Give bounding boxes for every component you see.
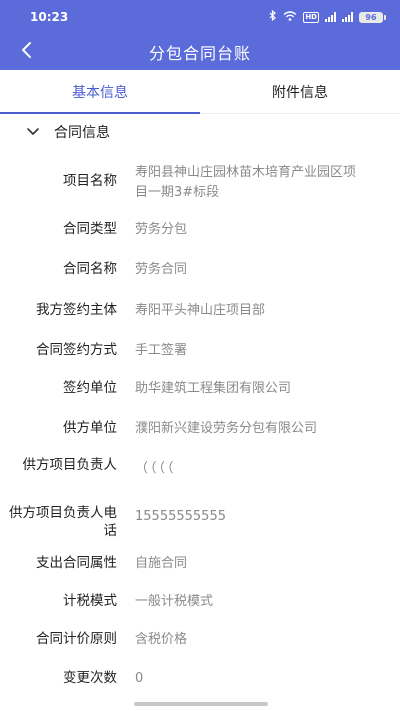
field-value: 手工签署 <box>135 343 188 358</box>
field-row-supplier-manager: 供方项目负责人 （（（（ <box>0 456 400 479</box>
section-title: 合同信息 <box>54 125 110 141</box>
field-value: 寿阳平头神山庄项目部 <box>135 303 266 318</box>
field-row-supplier-phone: 供方项目负责人电话 15555555555 <box>0 504 400 540</box>
battery-tip <box>384 14 386 20</box>
field-label: 签约单位 <box>63 380 117 396</box>
status-bar: 10:23 HD 96 <box>0 0 400 34</box>
field-row-contract-name: 合同名称 劳务合同 <box>0 260 400 280</box>
chevron-down-icon <box>26 125 40 139</box>
chevron-left-icon <box>20 41 32 63</box>
field-value: 劳务合同 <box>135 262 188 277</box>
field-value: 含税价格 <box>135 632 188 647</box>
field-label: 合同签约方式 <box>36 342 117 358</box>
field-value: 濮阳新兴建设劳务分包有限公司 <box>135 421 318 436</box>
field-row-expense-attr: 支出合同属性 自施合同 <box>0 554 400 574</box>
field-row-sign-method: 合同签约方式 手工签署 <box>0 341 400 361</box>
field-label: 变更次数 <box>63 670 117 686</box>
field-row-sign-unit: 签约单位 助华建筑工程集团有限公司 <box>0 379 400 399</box>
field-row-pricing-principle: 合同计价原则 含税价格 <box>0 630 400 650</box>
field-label: 合同计价原则 <box>36 631 117 647</box>
tab-attachment-info[interactable]: 附件信息 <box>200 70 400 113</box>
field-row-our-party: 我方签约主体 寿阳平头神山庄项目部 <box>0 301 400 321</box>
field-label: 支出合同属性 <box>36 555 117 571</box>
field-label: 项目名称 <box>63 173 117 189</box>
field-label: 供方项目负责人 <box>22 457 118 473</box>
field-value: 助华建筑工程集团有限公司 <box>135 381 292 396</box>
section-contract-info[interactable]: 合同信息 <box>0 114 400 150</box>
field-label: 计税模式 <box>63 593 117 609</box>
status-time: 10:23 <box>30 10 69 24</box>
tab-basic-info[interactable]: 基本信息 <box>0 70 200 114</box>
status-icons: HD 96 <box>269 9 386 24</box>
field-label: 合同类型 <box>63 221 117 237</box>
wifi-icon <box>283 10 297 24</box>
bluetooth-icon <box>269 9 277 24</box>
field-value: 一般计税模式 <box>135 594 214 609</box>
field-label: 合同名称 <box>63 261 117 277</box>
field-value: 0 <box>135 671 144 686</box>
signal-icon-2 <box>342 12 353 22</box>
field-value: 自施合同 <box>135 556 188 571</box>
field-row-project-name: 项目名称 寿阳县神山庄园林苗木培育产业园区项目一期3#标段 <box>0 163 400 203</box>
field-value: （（（（ <box>135 461 176 476</box>
field-value: 寿阳县神山庄园林苗木培育产业园区项目一期3#标段 <box>135 165 357 200</box>
field-row-change-count: 变更次数 0 <box>0 669 400 689</box>
field-label: 供方单位 <box>63 420 117 436</box>
field-label: 我方签约主体 <box>36 302 117 318</box>
field-label: 供方项目负责人电话 <box>9 505 117 539</box>
back-button[interactable] <box>14 40 38 64</box>
field-value: 劳务分包 <box>135 222 188 237</box>
app-bar: 分包合同台账 <box>0 34 400 70</box>
field-value: 15555555555 <box>135 509 226 524</box>
tab-bar: 基本信息 附件信息 <box>0 70 400 114</box>
page-title: 分包合同台账 <box>148 44 251 63</box>
home-indicator[interactable] <box>134 702 268 706</box>
hd-badge: HD <box>303 11 319 23</box>
field-row-tax-mode: 计税模式 一般计税模式 <box>0 592 400 612</box>
battery-icon: 96 <box>359 11 383 23</box>
field-row-supplier: 供方单位 濮阳新兴建设劳务分包有限公司 <box>0 419 400 439</box>
field-row-contract-type: 合同类型 劳务分包 <box>0 220 400 240</box>
signal-icon <box>325 12 336 22</box>
